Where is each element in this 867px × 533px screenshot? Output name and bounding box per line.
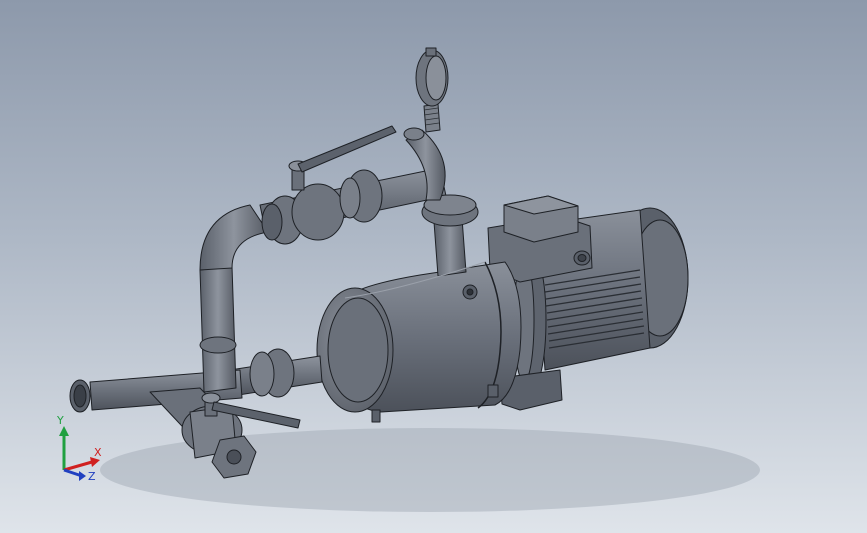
3d-viewport[interactable]: Y X Z	[0, 0, 867, 533]
triad-x-label: X	[94, 446, 102, 459]
upper-valve-handle[interactable]	[297, 125, 397, 173]
z-axis-arrow	[63, 468, 86, 481]
triad-z-label: Z	[88, 470, 96, 483]
view-orientation-triad[interactable]: Y X Z	[48, 410, 118, 490]
pump-model[interactable]	[0, 0, 867, 533]
pump-housing[interactable]	[316, 261, 522, 423]
triad-y-label: Y	[56, 414, 64, 427]
pressure-gauge[interactable]	[415, 47, 449, 133]
y-axis-arrow	[59, 426, 69, 470]
